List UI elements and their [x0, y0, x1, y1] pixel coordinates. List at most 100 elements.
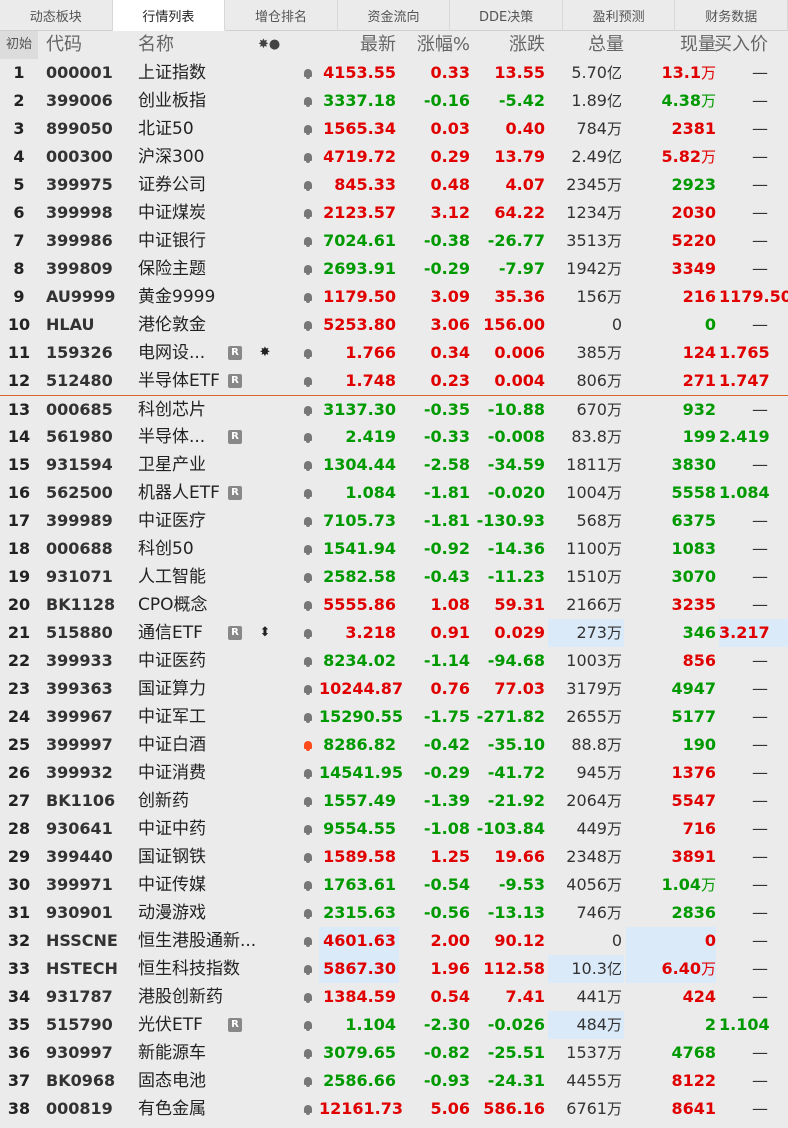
alert-bell-icon[interactable]: [301, 983, 315, 1011]
alert-bell-icon[interactable]: [301, 311, 315, 339]
alert-bell-icon[interactable]: [301, 451, 315, 479]
table-row[interactable]: 7 399986 中证银行 7024.61 -0.38 -26.77 3513万 5220 —: [0, 227, 788, 255]
alert-bell-icon[interactable]: [301, 479, 315, 507]
alert-bell-icon[interactable]: [301, 1039, 315, 1067]
table-row[interactable]: 36 930997 新能源车 3079.65 -0.82 -25.51 1537万 4768 —: [0, 1039, 788, 1067]
alert-bell-icon[interactable]: [301, 59, 315, 87]
table-row[interactable]: 28 930641 中证中药 9554.55 -1.08 -103.84 449万 716 —: [0, 815, 788, 843]
alert-bell-icon[interactable]: [301, 927, 315, 955]
table-row[interactable]: 2 399006 创业板指 3337.18 -0.16 -5.42 1.89亿 4.38万 —: [0, 87, 788, 115]
alert-bell-icon[interactable]: [301, 339, 315, 367]
table-row[interactable]: 13 000685 科创芯片 3137.30 -0.35 -10.88 670万 932 —: [0, 395, 788, 423]
table-row[interactable]: 4 000300 沪深300 4719.72 0.29 13.79 2.49亿 5.82万 —: [0, 143, 788, 171]
stock-name: 中证煤炭: [138, 203, 206, 223]
tab-fund-flow[interactable]: 资金流向: [338, 0, 451, 31]
tab-quote-list[interactable]: 行情列表: [112, 0, 226, 31]
alert-bell-icon[interactable]: [301, 1095, 315, 1123]
table-row[interactable]: 14 561980 半导体... R 2.419 -0.33 -0.008 83.8万 199 2…: [0, 423, 788, 451]
alert-bell-icon[interactable]: [301, 815, 315, 843]
alert-bell-icon[interactable]: [301, 507, 315, 535]
mark-icon[interactable]: ✸: [258, 339, 272, 367]
table-row[interactable]: 21 515880 通信ETF R ⬍ 3.218 0.91 0.029 273万 346 3.21…: [0, 619, 788, 647]
table-row[interactable]: 23 399363 国证算力 10244.87 0.76 77.03 3179万 4947 —: [0, 675, 788, 703]
table-row[interactable]: 33 HSTECH 恒生科技指数 5867.30 1.96 112.58 10.3亿 6.40…: [0, 955, 788, 983]
table-row[interactable]: 12 512480 半导体ETF R 1.748 0.23 0.004 806万 271 1.74…: [0, 367, 788, 395]
alert-bell-icon[interactable]: [301, 423, 315, 451]
table-row[interactable]: 5 399975 证券公司 845.33 0.48 4.07 2345万 2923 —: [0, 171, 788, 199]
alert-bell-icon[interactable]: [301, 675, 315, 703]
table-row[interactable]: 22 399933 中证医药 8234.02 -1.14 -94.68 1003万 856 —: [0, 647, 788, 675]
header-volume[interactable]: 总量: [548, 31, 624, 59]
header-mark-icons[interactable]: ✸●: [258, 31, 280, 59]
tab-dde-decision[interactable]: DDE决策: [450, 0, 563, 31]
alert-bell-icon[interactable]: [301, 1067, 315, 1095]
last-price: 845.33: [334, 175, 396, 194]
alert-bell-icon[interactable]: [301, 955, 315, 983]
header-pct[interactable]: 涨幅%: [400, 31, 470, 59]
table-row[interactable]: 11 159326 电网设... R ✸ 1.766 0.34 0.006 385万 124 1.7…: [0, 339, 788, 367]
alert-bell-icon[interactable]: [301, 1011, 315, 1039]
alert-bell-icon[interactable]: [301, 871, 315, 899]
table-row[interactable]: 18 000688 科创50 1541.94 -0.92 -14.36 1100万 1083 —: [0, 535, 788, 563]
last-price: 1565.34: [323, 119, 396, 138]
table-row[interactable]: 10 HLAU 港伦敦金 5253.80 3.06 156.00 0 0 —: [0, 311, 788, 339]
tab-position-ranking[interactable]: 增仓排名: [225, 0, 338, 31]
table-row[interactable]: 9 AU9999 黄金9999 1179.50 3.09 35.36 156万 216 1179…: [0, 283, 788, 311]
table-row[interactable]: 35 515790 光伏ETF R 1.104 -2.30 -0.026 484万 2 1.104: [0, 1011, 788, 1039]
table-row[interactable]: 6 399998 中证煤炭 2123.57 3.12 64.22 1234万 2030 —: [0, 199, 788, 227]
table-row[interactable]: 20 BK1128 CPO概念 5555.86 1.08 59.31 2166万 3235 —: [0, 591, 788, 619]
tab-dynamic-sector[interactable]: 动态板块: [0, 0, 113, 31]
alert-bell-icon[interactable]: [301, 619, 315, 647]
alert-bell-icon[interactable]: [301, 199, 315, 227]
alert-bell-icon[interactable]: [301, 367, 315, 395]
alert-bell-icon[interactable]: [301, 647, 315, 675]
alert-bell-icon[interactable]: [301, 396, 315, 424]
table-row[interactable]: 3 899050 北证50 1565.34 0.03 0.40 784万 2381 —: [0, 115, 788, 143]
alert-bell-icon[interactable]: [301, 115, 315, 143]
table-row[interactable]: 25 399997 中证白酒 8286.82 -0.42 -35.10 88.8万 190 —: [0, 731, 788, 759]
table-row[interactable]: 1 000001 上证指数 4153.55 0.33 13.55 5.70亿 13.1万 —: [0, 59, 788, 87]
alert-bell-icon[interactable]: [301, 171, 315, 199]
alert-bell-icon[interactable]: [301, 843, 315, 871]
row-index: 23: [7, 679, 31, 698]
table-row[interactable]: 37 BK0968 固态电池 2586.66 -0.93 -24.31 4455万 8122 —: [0, 1067, 788, 1095]
mark-icon[interactable]: ⬍: [258, 619, 272, 647]
alert-bell-icon[interactable]: [301, 255, 315, 283]
table-row[interactable]: 24 399967 中证军工 15290.55 -1.75 -271.82 2655万 517…: [0, 703, 788, 731]
alert-bell-icon[interactable]: [301, 591, 315, 619]
header-current[interactable]: 现量: [626, 31, 716, 59]
header-change[interactable]: 涨跌: [470, 31, 545, 59]
table-row[interactable]: 29 399440 国证钢铁 1589.58 1.25 19.66 2348万 3891 —: [0, 843, 788, 871]
alert-bell-icon[interactable]: [301, 283, 315, 311]
alert-bell-icon[interactable]: [301, 227, 315, 255]
header-code[interactable]: 代码: [46, 31, 82, 59]
alert-bell-icon[interactable]: [301, 731, 315, 759]
alert-bell-icon[interactable]: [301, 759, 315, 787]
alert-bell-icon[interactable]: [301, 703, 315, 731]
table-row[interactable]: 16 562500 机器人ETF R 1.084 -1.81 -0.020 1004万 5558…: [0, 479, 788, 507]
alert-bell-icon[interactable]: [301, 787, 315, 815]
table-row[interactable]: 32 HSSCNE 恒生港股通新... 4601.63 2.00 90.12 0 0 —: [0, 927, 788, 955]
table-row[interactable]: 31 930901 动漫游戏 2315.63 -0.56 -13.13 746万 2836 —: [0, 899, 788, 927]
alert-bell-icon[interactable]: [301, 563, 315, 591]
table-row[interactable]: 19 931071 人工智能 2582.58 -0.43 -11.23 1510万 3070 —: [0, 563, 788, 591]
table-row[interactable]: 8 399809 保险主题 2693.91 -0.29 -7.97 1942万 3349 —: [0, 255, 788, 283]
initial-sort-button[interactable]: 初始: [0, 31, 38, 59]
table-row[interactable]: 38 000819 有色金属 12161.73 5.06 586.16 6761万 8641 —: [0, 1095, 788, 1123]
tab-profit-forecast[interactable]: 盈利预测: [563, 0, 676, 31]
alert-bell-icon[interactable]: [301, 535, 315, 563]
header-bid[interactable]: 买入价: [706, 31, 768, 59]
table-row[interactable]: 15 931594 卫星产业 1304.44 -2.58 -34.59 1811万 3830 —: [0, 451, 788, 479]
alert-bell-icon[interactable]: [301, 143, 315, 171]
tab-financial-data[interactable]: 财务数据: [675, 0, 788, 31]
alert-bell-icon[interactable]: [301, 899, 315, 927]
current-volume: 6375: [671, 511, 716, 530]
table-row[interactable]: 30 399971 中证传媒 1763.61 -0.54 -9.53 4056万 1.04万 —: [0, 871, 788, 899]
table-row[interactable]: 26 399932 中证消费 14541.95 -0.29 -41.72 945万 1376 —: [0, 759, 788, 787]
header-name[interactable]: 名称: [138, 31, 174, 59]
table-row[interactable]: 17 399989 中证医疗 7105.73 -1.81 -130.93 568万 6375 —: [0, 507, 788, 535]
alert-bell-icon[interactable]: [301, 87, 315, 115]
header-last[interactable]: 最新: [319, 31, 396, 59]
table-row[interactable]: 27 BK1106 创新药 1557.49 -1.39 -21.92 2064万 5547 —: [0, 787, 788, 815]
table-row[interactable]: 34 931787 港股创新药 1384.59 0.54 7.41 441万 424 —: [0, 983, 788, 1011]
